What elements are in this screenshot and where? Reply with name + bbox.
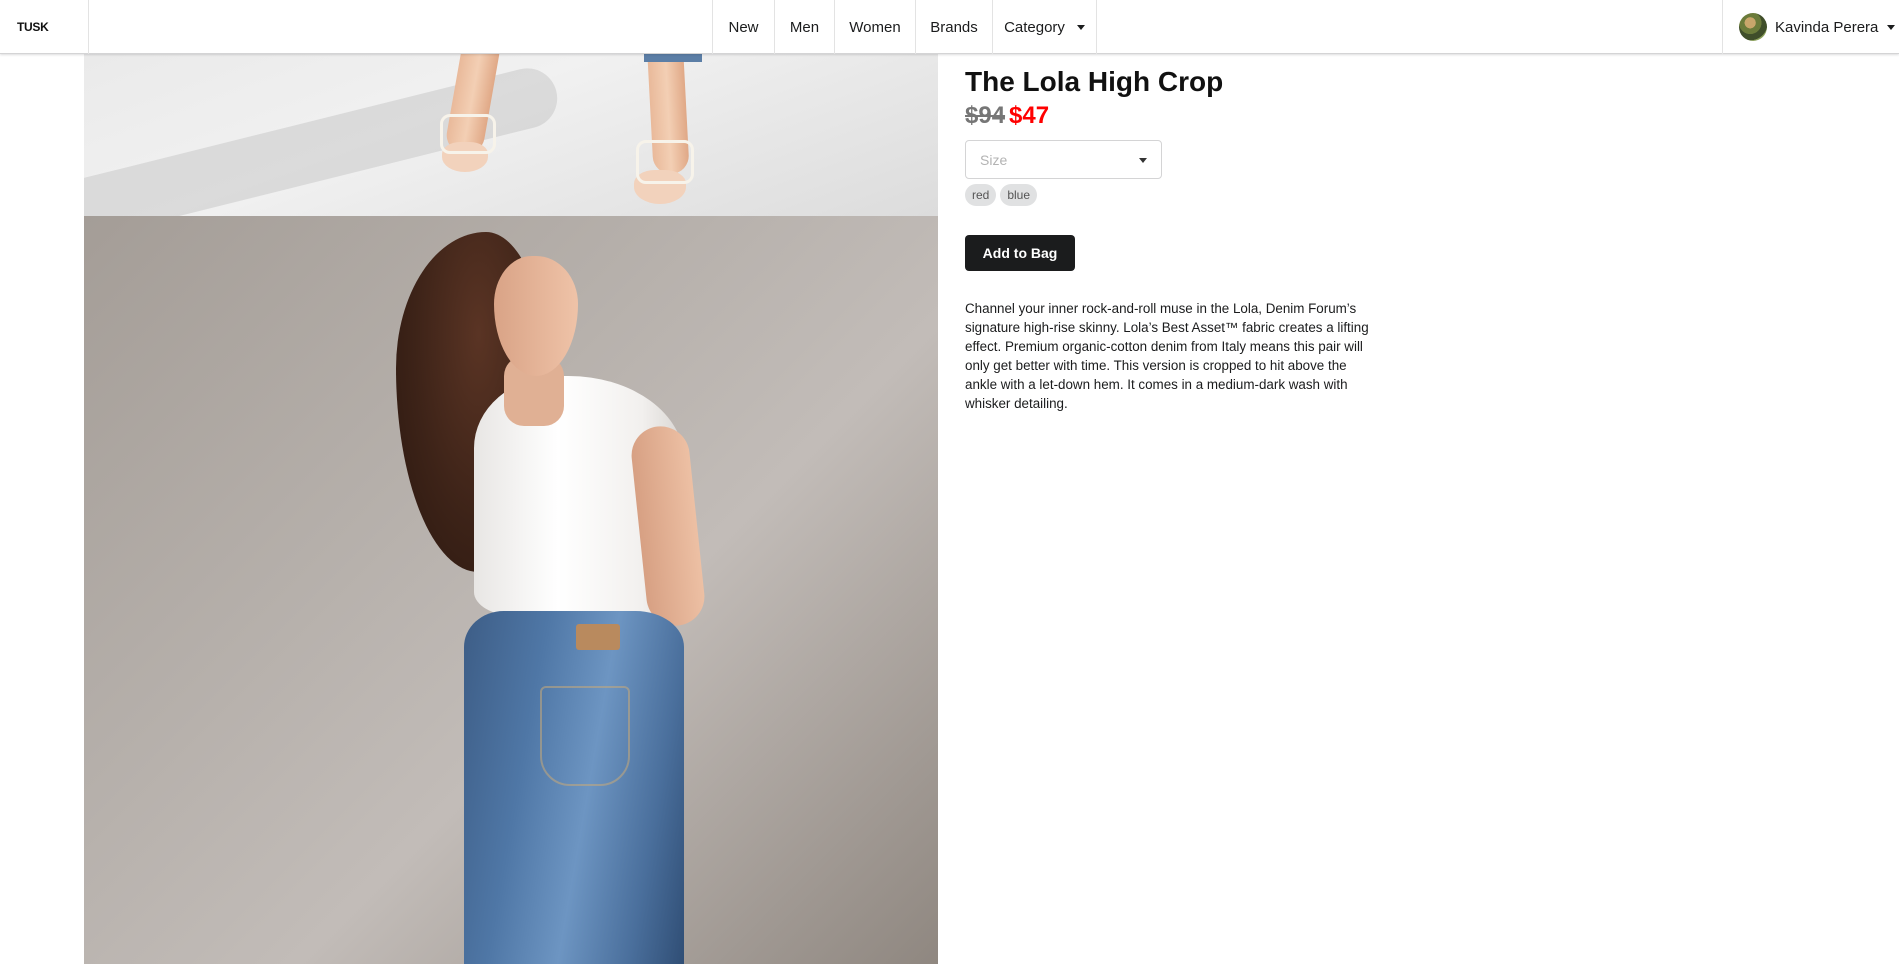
nav-item-category-label: Category [1004,18,1065,36]
nav-item-brands-label: Brands [930,18,978,36]
color-tags: red blue [965,184,1038,206]
logo[interactable]: TUSK [0,0,89,54]
chevron-down-icon [1139,158,1147,163]
size-dropdown[interactable]: Size [965,140,1162,179]
add-to-bag-button[interactable]: Add to Bag [965,235,1075,271]
product-image-gallery [84,54,938,964]
user-name: Kavinda Perera [1775,18,1879,36]
nav-item-men[interactable]: Men [774,0,834,54]
nav-item-women-label: Women [849,18,901,36]
main-nav: New Men Women Brands Category [712,0,1097,54]
product-photo-feet [84,54,938,216]
nav-item-new-label: New [728,18,759,36]
chevron-down-icon [1076,24,1085,30]
user-menu-dropdown[interactable]: Kavinda Perera [1722,0,1899,54]
color-tag-red[interactable]: red [965,184,997,206]
avatar [1739,13,1767,41]
color-tag-blue[interactable]: blue [1000,184,1038,206]
product-title: The Lola High Crop [965,66,1224,97]
nav-item-new[interactable]: New [712,0,774,54]
size-placeholder: Size [980,151,1008,168]
product-description: Channel your inner rock-and-roll muse in… [965,301,1369,411]
price-original: $94 [965,102,1006,129]
nav-item-women[interactable]: Women [834,0,915,54]
product-photo-model [84,216,938,964]
nav-item-brands[interactable]: Brands [915,0,992,54]
chevron-down-icon [1887,24,1896,30]
top-menu: TUSK New Men Women Brands Category Kavin… [0,0,1899,54]
nav-item-category-dropdown[interactable]: Category [992,0,1097,54]
nav-item-men-label: Men [789,18,820,36]
price: $94 $47 [965,102,1049,130]
price-sale: $47 [1009,102,1050,129]
